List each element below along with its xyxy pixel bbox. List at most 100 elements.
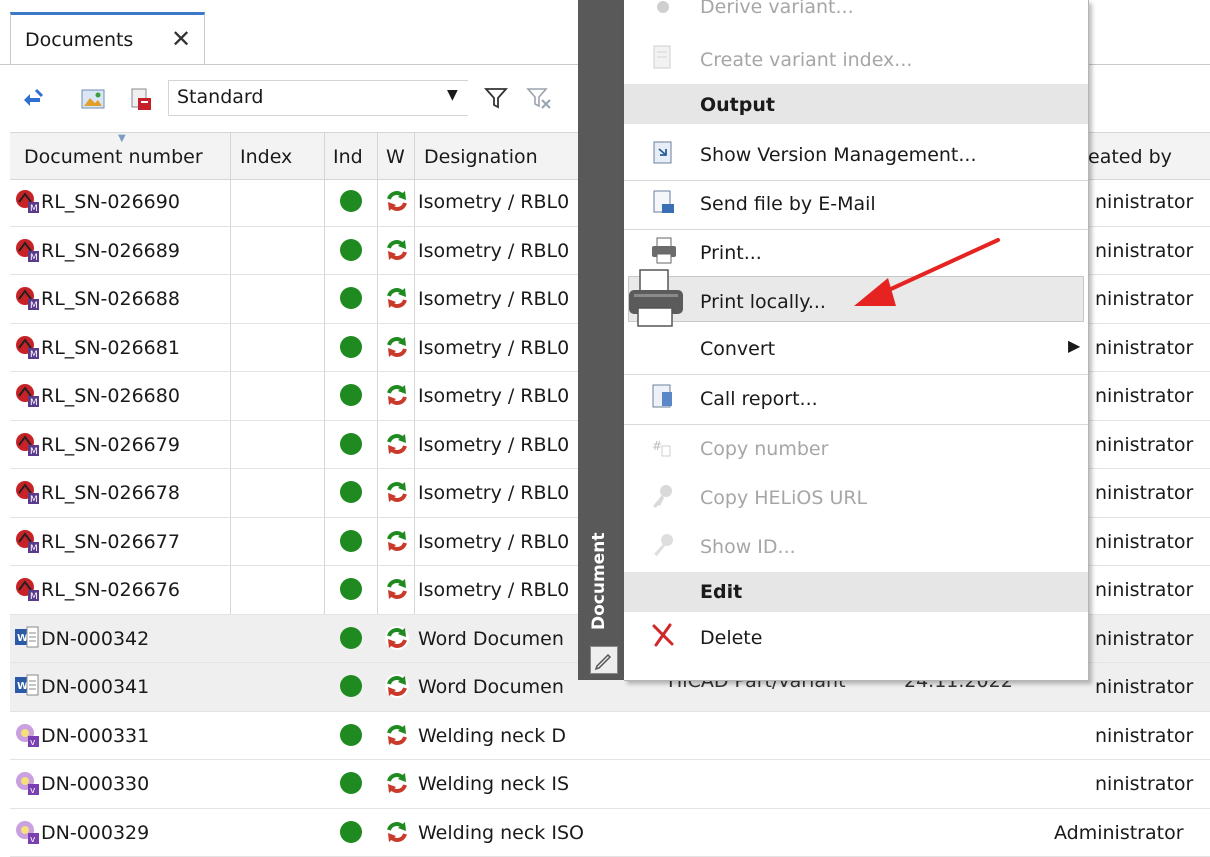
svg-text:M: M [30, 350, 38, 360]
menu-item-call-report[interactable]: Call report... [700, 388, 818, 410]
image-preview-icon[interactable] [80, 86, 106, 117]
workflow-sync-icon [384, 285, 410, 311]
view-filter-dropdown[interactable]: Standard ▼ [168, 80, 468, 116]
printer-icon [650, 236, 676, 266]
svg-text:M: M [30, 398, 38, 408]
menu-item-send-email[interactable]: Send file by E-Mail [700, 193, 876, 215]
svg-text:M: M [30, 544, 38, 554]
isometry-document-icon: M [14, 334, 40, 365]
designation-cell: Isometry / RBL0 [418, 482, 569, 504]
status-dot-icon [340, 384, 362, 406]
status-dot-icon [340, 433, 362, 455]
report-icon [650, 382, 676, 412]
filter-icon[interactable] [484, 86, 508, 115]
table-row[interactable] [10, 809, 1210, 857]
document-number-cell: DN-000331 [41, 725, 149, 747]
created-by-cell: ninistrator [1095, 288, 1193, 310]
created-by-cell: ninistrator [1095, 773, 1193, 795]
col-header-w[interactable]: W [386, 146, 405, 168]
designation-cell: Isometry / RBL0 [418, 191, 569, 213]
refresh-icon[interactable] [20, 86, 46, 117]
document-number-cell: RL_SN-026677 [41, 531, 180, 553]
document-number-cell: DN-000342 [41, 628, 149, 650]
col-header-created-by[interactable]: eated by [1088, 146, 1172, 168]
large-printer-icon [626, 266, 688, 335]
workflow-sync-icon [384, 528, 410, 554]
svg-text:W: W [17, 633, 28, 644]
menu-item-print[interactable]: Print... [700, 242, 762, 264]
created-by-cell: ninistrator [1095, 628, 1193, 650]
workflow-sync-icon [384, 819, 410, 845]
designation-cell: Welding neck ISO [418, 822, 584, 844]
created-by-cell: ninistrator [1095, 531, 1193, 553]
document-number-cell: DN-000330 [41, 773, 149, 795]
id-key-icon [650, 531, 676, 561]
created-by-cell: ninistrator [1095, 385, 1193, 407]
menu-item-show-id[interactable]: Show ID... [700, 536, 796, 558]
created-by-cell: ninistrator [1095, 482, 1193, 504]
table-row[interactable] [10, 712, 1210, 761]
clear-filter-icon[interactable] [526, 86, 552, 115]
send-email-icon [650, 188, 676, 218]
chevron-down-icon[interactable]: ▼ [447, 87, 458, 103]
col-header-document-number[interactable]: Document number [24, 146, 203, 168]
created-by-cell: ninistrator [1095, 191, 1193, 213]
workflow-sync-icon [384, 188, 410, 214]
created-by-cell: ninistrator [1095, 725, 1193, 747]
isometry-document-icon: M [14, 528, 40, 559]
document-number-cell: RL_SN-026678 [41, 482, 180, 504]
designation-cell: Isometry / RBL0 [418, 531, 569, 553]
tab-label: Documents [25, 29, 133, 51]
status-dot-icon [340, 336, 362, 358]
menu-section-output-label: Output [700, 94, 775, 116]
tab-documents[interactable]: Documents ✕ [10, 12, 205, 64]
word-document-icon: W [14, 673, 40, 704]
menu-item-copy-helios-url[interactable]: Copy HELiOS URL [700, 487, 867, 509]
word-document-icon: W [14, 625, 40, 656]
menu-item-derive-variant[interactable]: Derive variant... [700, 0, 854, 18]
part-variant-icon: v [14, 770, 40, 801]
workflow-sync-icon [384, 625, 410, 651]
workflow-sync-icon [384, 673, 410, 699]
designation-cell: Isometry / RBL0 [418, 240, 569, 262]
document-stack-icon[interactable] [128, 86, 154, 117]
designation-cell: Isometry / RBL0 [418, 385, 569, 407]
workflow-sync-icon [384, 334, 410, 360]
menu-item-print-locally[interactable]: Print locally... [700, 291, 826, 313]
col-header-index[interactable]: Index [240, 146, 292, 168]
menu-item-convert[interactable]: Convert [700, 338, 775, 360]
svg-text:W: W [17, 681, 28, 692]
status-dot-icon [340, 772, 362, 794]
sort-indicator-icon: ▼ [118, 133, 126, 144]
delete-x-icon [650, 620, 676, 650]
menu-section-edit [624, 572, 1088, 612]
menu-item-create-variant-index[interactable]: Create variant index... [700, 49, 912, 71]
designation-cell: Isometry / RBL0 [418, 434, 569, 456]
svg-text:M: M [30, 592, 38, 602]
status-dot-icon [340, 675, 362, 697]
svg-text:M: M [30, 301, 38, 311]
table-row[interactable] [10, 760, 1210, 809]
created-by-cell: ninistrator [1095, 240, 1193, 262]
red-arrow-annotation [840, 232, 1010, 327]
menu-item-show-version-management[interactable]: Show Version Management... [700, 144, 977, 166]
status-dot-icon [340, 239, 362, 261]
col-header-designation[interactable]: Designation [424, 146, 538, 168]
document-number-cell: DN-000329 [41, 822, 149, 844]
part-variant-icon: v [14, 819, 40, 850]
document-number-cell: RL_SN-026679 [41, 434, 180, 456]
created-by-cell: ninistrator [1095, 337, 1193, 359]
menu-section-output [624, 84, 1088, 124]
col-header-ind[interactable]: Ind [333, 146, 363, 168]
version-management-icon [650, 139, 676, 169]
close-icon[interactable]: ✕ [171, 25, 191, 53]
menu-item-delete[interactable]: Delete [700, 627, 762, 649]
workflow-sync-icon [384, 770, 410, 796]
pencil-icon[interactable] [590, 646, 618, 674]
svg-text:#: # [652, 439, 662, 453]
status-dot-icon [340, 627, 362, 649]
created-by-cell: ninistrator [1095, 579, 1193, 601]
menu-item-copy-number[interactable]: Copy number [700, 438, 828, 460]
created-by-cell: Administrator [1054, 822, 1184, 844]
svg-text:M: M [30, 447, 38, 457]
